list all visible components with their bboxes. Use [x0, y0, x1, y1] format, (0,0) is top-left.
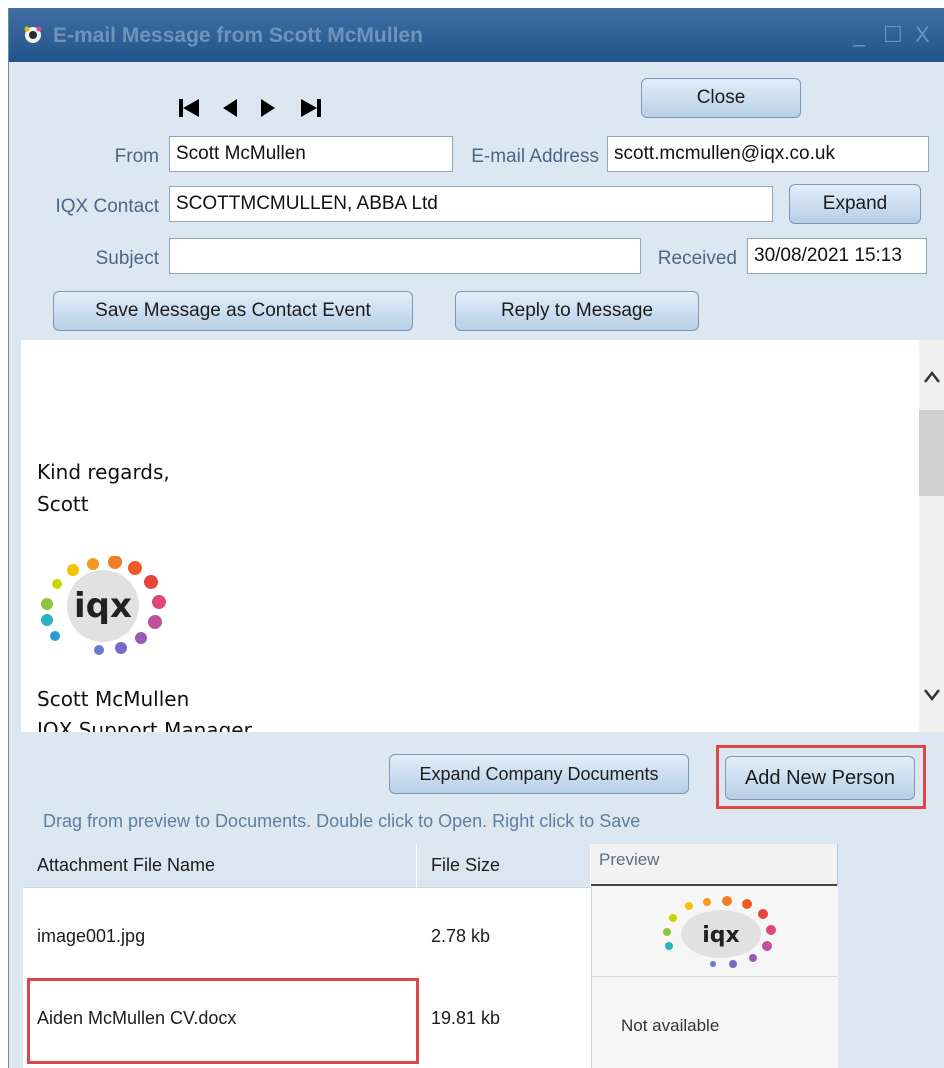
message-body[interactable]: Kind regards, Scott iqx Scott McMullen I… — [21, 340, 931, 732]
email-address-label: E-mail Address — [471, 146, 599, 167]
attachment-hint: Drag from preview to Documents. Double c… — [43, 811, 641, 831]
logo-text: iqx — [74, 586, 132, 626]
next-icon[interactable] — [259, 98, 277, 118]
regards-text: Kind regards, — [37, 460, 170, 484]
scrollbar-thumb[interactable] — [919, 410, 944, 496]
preview-logo-text: iqx — [702, 923, 739, 948]
email-message-window: E-mail Message from Scott McMullen _ ☐ X… — [8, 8, 944, 1068]
grid-empty-area — [837, 844, 944, 1068]
received-field[interactable] — [747, 238, 927, 274]
iqx-logo: iqx — [41, 556, 166, 655]
received-label: Received — [657, 248, 737, 269]
subject-label: Subject — [95, 248, 159, 269]
close-window-button[interactable]: X — [915, 22, 930, 48]
column-header-size[interactable]: File Size — [417, 844, 591, 888]
from-label: From — [114, 146, 159, 167]
skip-first-icon[interactable] — [177, 98, 201, 118]
attachment-table: Attachment File Name File Size Preview i… — [23, 844, 944, 1068]
app-icon — [24, 26, 42, 43]
subject-field[interactable] — [169, 238, 641, 274]
signature-title: IQX Support Manager — [37, 718, 252, 732]
close-button[interactable]: Close — [641, 78, 801, 118]
attachment-size: 19.81 kb — [431, 1008, 501, 1028]
expand-company-documents-button[interactable]: Expand Company Documents — [389, 754, 689, 794]
title-bar[interactable]: E-mail Message from Scott McMullen _ ☐ X — [9, 8, 944, 62]
reply-button[interactable]: Reply to Message — [455, 291, 699, 331]
from-field[interactable] — [169, 136, 453, 172]
prev-icon[interactable] — [221, 98, 239, 118]
attachment-name[interactable]: image001.jpg — [37, 926, 145, 947]
name-text: Scott — [37, 492, 89, 516]
iqx-contact-label: IQX Contact — [55, 196, 160, 217]
column-header-preview[interactable]: Preview — [591, 844, 837, 886]
expand-button[interactable]: Expand — [789, 184, 921, 224]
scroll-up-icon[interactable] — [923, 370, 941, 384]
save-contact-event-button[interactable]: Save Message as Contact Event — [53, 291, 413, 331]
highlight-cv-attachment — [27, 978, 419, 1064]
maximize-button[interactable]: ☐ — [883, 22, 903, 48]
minimize-button[interactable]: _ — [853, 22, 865, 48]
attachment-preview-image[interactable]: iqx — [659, 896, 785, 972]
iqx-contact-field[interactable] — [169, 186, 773, 222]
column-header-name[interactable]: Attachment File Name — [23, 844, 417, 888]
window-title: E-mail Message from Scott McMullen — [53, 24, 423, 47]
scroll-down-icon[interactable] — [923, 688, 941, 702]
message-scrollbar[interactable] — [919, 340, 944, 732]
attachment-size: 2.78 kb — [431, 926, 491, 946]
skip-last-icon[interactable] — [299, 98, 323, 118]
email-address-field[interactable] — [607, 136, 929, 172]
preview-divider — [591, 976, 837, 977]
preview-not-available: Not available — [621, 1016, 720, 1035]
signature-name: Scott McMullen — [37, 687, 190, 711]
highlight-add-person — [716, 745, 926, 809]
